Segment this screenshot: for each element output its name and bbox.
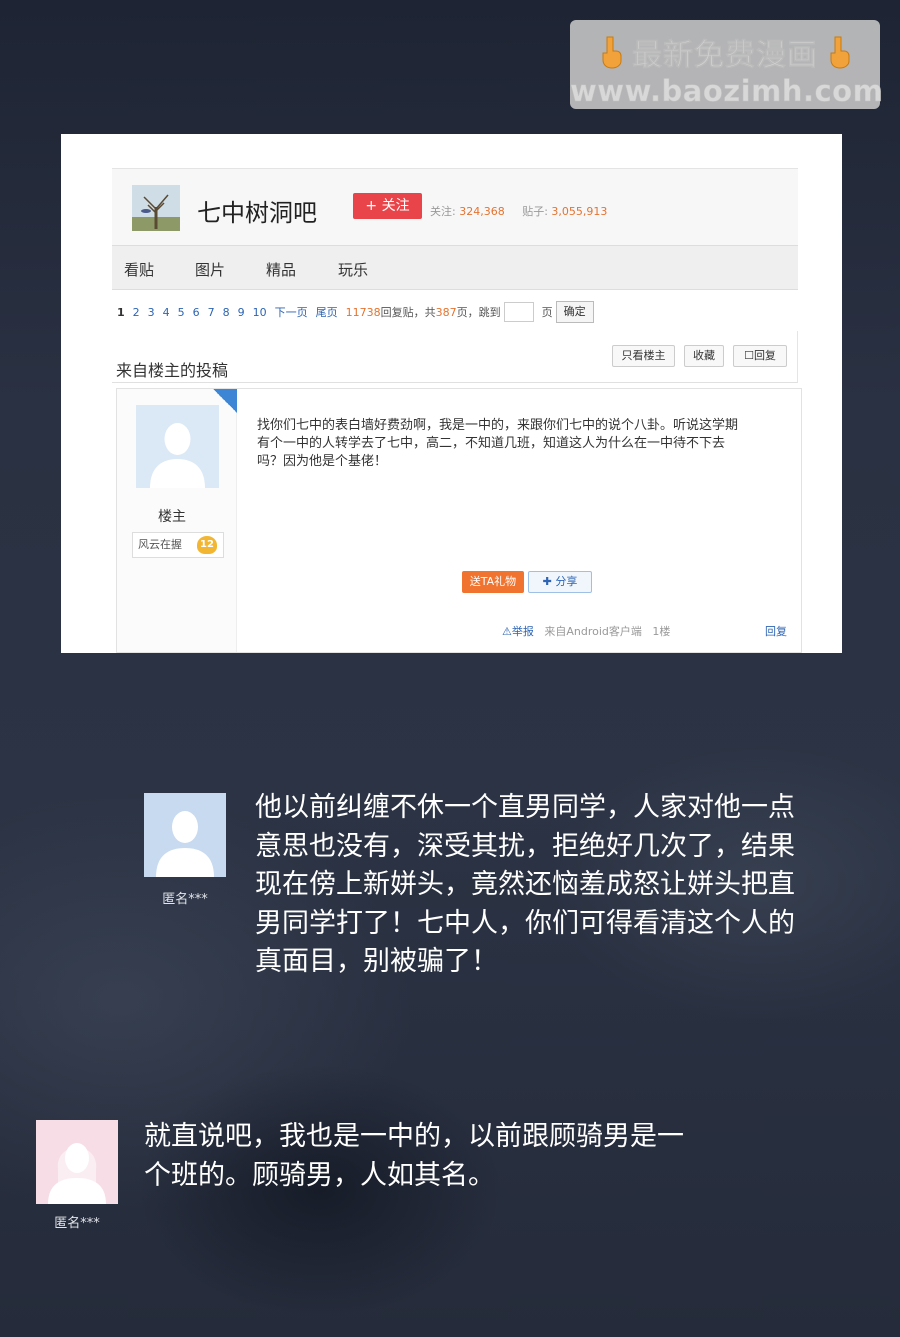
- forum-stats: 关注: 324,368 贴子: 3,055,913: [430, 203, 607, 219]
- page-link[interactable]: 7: [208, 306, 215, 319]
- post-reply-link[interactable]: 回复: [765, 623, 787, 639]
- page-link[interactable]: 3: [148, 306, 155, 319]
- posts-count: 3,055,913: [551, 205, 608, 218]
- thread-reply-label: 回复: [753, 349, 776, 362]
- pointing-down-hand-icon: [824, 35, 854, 69]
- page-unit-label: 页: [541, 306, 553, 319]
- post-author-name[interactable]: 楼主: [117, 506, 227, 526]
- op-corner-tag: [213, 389, 237, 413]
- only-op-button[interactable]: 只看楼主: [612, 345, 675, 367]
- total-pages-label: 页，: [456, 306, 479, 319]
- nav-item-images[interactable]: 图片: [195, 259, 225, 280]
- post-author-panel: 楼主 风云在握 12: [117, 389, 237, 652]
- report-link[interactable]: ⚠举报: [502, 625, 534, 638]
- user-avatar[interactable]: [136, 405, 219, 488]
- level-badge: 12: [197, 536, 217, 554]
- jump-page-input[interactable]: [503, 302, 534, 322]
- forum-tree-avatar-icon: [132, 185, 180, 231]
- pagination: 1 2 3 4 5 6 7 8 9 10 下一页 尾页 11738 回复贴，共 …: [117, 301, 602, 323]
- page-link[interactable]: 2: [133, 306, 140, 319]
- post-footer: ⚠举报 来自Android客户端 1楼: [502, 623, 670, 639]
- warning-icon: ⚠: [502, 625, 512, 638]
- rank-title: 风云在握: [138, 538, 182, 551]
- page-link[interactable]: 8: [223, 306, 230, 319]
- post-content: 找你们七中的表白墙好费劲啊，我是一中的，来跟你们七中的说个八卦。听说这学期有个一…: [257, 418, 739, 469]
- page-link[interactable]: 5: [178, 306, 185, 319]
- thread-title-bar: 来自楼主的投稿 只看楼主 收藏 ☐回复: [112, 331, 798, 383]
- last-page-link[interactable]: 尾页: [316, 304, 338, 320]
- post-floor-1: 楼主 风云在握 12 找你们七中的表白墙好费劲啊，我是一中的，来跟你们七中的说个…: [116, 388, 802, 653]
- comment-text: 就直说吧，我也是一中的，以前跟顾骑男是一个班的。顾骑男，人如其名。: [144, 1121, 684, 1191]
- page-link[interactable]: 9: [238, 306, 245, 319]
- forum-screenshot-card: 七中树洞吧 + 关注 关注: 324,368 贴子: 3,055,913 看贴 …: [61, 134, 842, 653]
- page-link[interactable]: 6: [193, 306, 200, 319]
- nav-item-featured[interactable]: 精品: [266, 259, 296, 280]
- thread-reply-button[interactable]: ☐回复: [733, 345, 787, 367]
- comment-author: 匿名***: [162, 892, 208, 907]
- send-gift-button[interactable]: 送TA礼物: [462, 571, 524, 593]
- posts-count-label: 贴子:: [522, 205, 548, 218]
- plus-icon: ✚: [542, 575, 552, 588]
- pointing-down-hand-icon: [596, 35, 626, 69]
- page-link[interactable]: 4: [163, 306, 170, 319]
- post-source: 来自Android客户端: [544, 625, 642, 638]
- report-label: 举报: [511, 625, 534, 638]
- forum-name: 七中树洞吧: [197, 199, 317, 227]
- jump-label: 跳到: [478, 306, 501, 319]
- follow-count: 324,368: [459, 205, 505, 218]
- forum-header: 七中树洞吧 + 关注 关注: 324,368 贴子: 3,055,913: [112, 168, 798, 245]
- comment-author: 匿名***: [54, 1216, 100, 1231]
- reply-count-label: 回复贴，共: [380, 306, 436, 319]
- total-pages: 387: [435, 305, 457, 319]
- watermark-url: www.baozimh.com: [570, 74, 884, 109]
- forum-nav: 看贴 图片 精品 玩乐: [112, 245, 798, 290]
- follow-button[interactable]: + 关注: [353, 193, 422, 219]
- reply-count: 11738: [345, 305, 381, 319]
- post-floor: 1楼: [652, 625, 671, 638]
- share-button[interactable]: ✚ 分享: [528, 571, 592, 593]
- anonymous-female-avatar-icon: [36, 1120, 118, 1204]
- comment-icon: ☐: [744, 349, 754, 362]
- thread-title: 来自楼主的投稿: [116, 361, 229, 380]
- page-link-current[interactable]: 1: [117, 306, 125, 319]
- next-page-link[interactable]: 下一页: [275, 304, 308, 320]
- nav-item-posts[interactable]: 看贴: [124, 259, 154, 280]
- share-label: 分享: [555, 575, 578, 588]
- comment-text: 他以前纠缠不休一个直男同学，人家对他一点意思也没有，深受其扰，拒绝好几次了，结果…: [255, 792, 795, 977]
- watermark: 最新免费漫画 www.baozimh.com: [570, 20, 884, 109]
- page-link[interactable]: 10: [253, 306, 267, 319]
- watermark-title: 最新免费漫画: [632, 38, 818, 74]
- anonymous-male-avatar-icon: [144, 793, 226, 877]
- follow-count-label: 关注:: [430, 205, 456, 218]
- favorite-button[interactable]: 收藏: [684, 345, 724, 367]
- nav-item-fun[interactable]: 玩乐: [338, 259, 368, 280]
- rank-badge: 风云在握 12: [132, 532, 224, 558]
- jump-confirm-button[interactable]: 确定: [555, 301, 594, 323]
